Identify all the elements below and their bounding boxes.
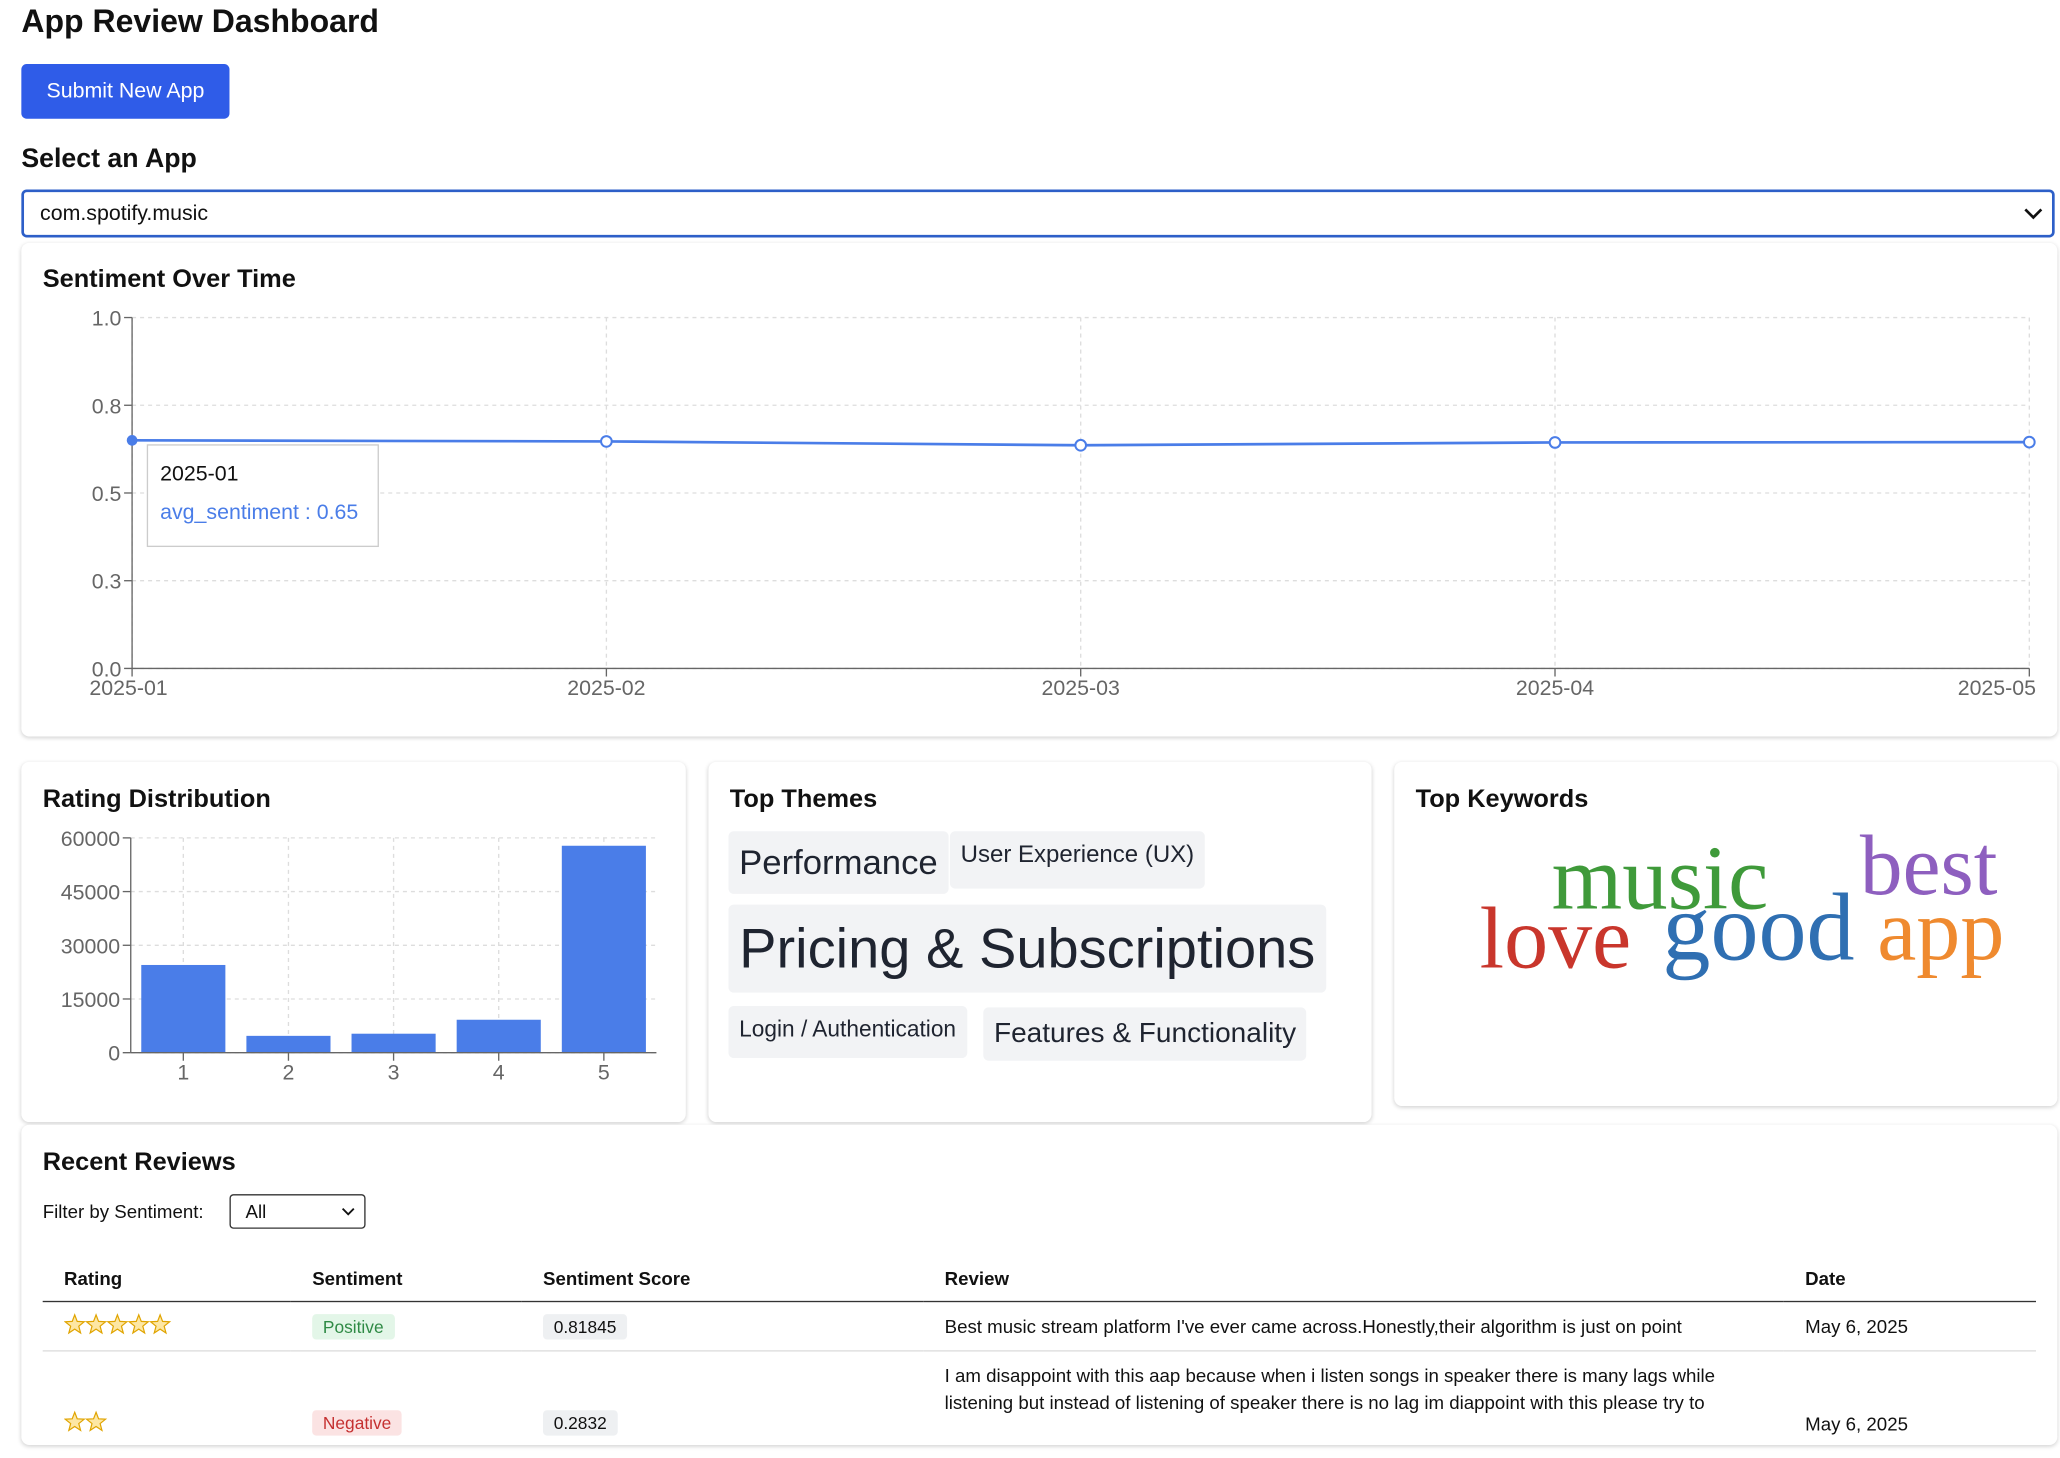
bar [246,1035,331,1053]
column-header: Sentiment [290,1254,522,1303]
theme-tag: Pricing & Subscriptions [728,904,1327,993]
column-header: Date [1783,1254,2036,1303]
star-rating-icon [63,1313,173,1339]
sentiment-score: 0.81845 [543,1313,628,1339]
data-point [1548,436,1562,449]
x-tick-label: 2025-03 [1042,676,1120,700]
data-point [2022,435,2036,449]
sentiment-badge: Positive [312,1313,395,1339]
themes-title: Top Themes [729,785,878,814]
star-icon [127,1313,150,1335]
x-tick-label: 5 [598,1060,610,1084]
keywords-card: Top Keywords music best love good app [1394,761,2058,1107]
themes-card: Top Themes Performance User Experience (… [708,761,1372,1123]
y-tick-label: 60000 [61,827,120,851]
bar [141,964,226,1053]
rating-cell [43,1302,291,1351]
keywords-title: Top Keywords [1415,785,1589,814]
filter-select-value: All [245,1200,267,1223]
dashboard-root: App Review Dashboard Submit New App Sele… [0,0,2060,1445]
bar [561,845,646,1053]
star-icon [63,1410,86,1432]
review-text: I am disappoint with this aap because wh… [944,1364,1716,1413]
reviews-table: Rating Sentiment Sentiment Score Review … [42,1254,2036,1458]
keyword-word: love [1479,889,1632,988]
rating-bar-chart: 0 15000 30000 45000 60000 1 2 3 4 5 [61,827,657,1084]
sentiment-cell: Positive [291,1302,522,1351]
theme-tag: Login / Authentication [728,1005,967,1059]
rating-cell [43,1351,291,1458]
star-icon [148,1313,172,1335]
data-point [1074,438,1088,452]
column-header: Rating [42,1254,291,1303]
score-cell: 0.2832 [522,1351,924,1458]
theme-tag: Features & Functionality [983,1007,1307,1061]
chevron-down-icon [341,1207,355,1216]
star-icon [84,1410,108,1432]
sentiment-score: 0.2832 [543,1410,618,1436]
star-rating-icon [63,1410,109,1436]
score-cell: 0.81845 [522,1302,924,1351]
bar [351,1033,436,1053]
y-tick-label: 30000 [61,934,120,958]
table-row[interactable]: Negative 0.2832 I am disappoint with thi… [43,1351,2036,1458]
sentiment-badge: Negative [312,1410,403,1436]
keyword-word: good [1662,873,1855,981]
review-date: May 6, 2025 [1805,1315,1908,1337]
table-header-row: Rating Sentiment Sentiment Score Review … [42,1254,2036,1303]
bar [456,1019,541,1053]
review-date: May 6, 2025 [1805,1412,1908,1434]
column-header: Review [923,1254,1784,1303]
table-row[interactable]: Positive 0.81845 Best music stream platf… [42,1302,2036,1351]
sentiment-filter-select[interactable]: All [229,1194,366,1229]
sentiment-cell: Negative [291,1351,522,1458]
x-tick-label: 3 [388,1060,400,1084]
stars-icon [63,1410,108,1432]
review-text: Best music stream platform I've ever cam… [944,1315,1682,1337]
star-icon [63,1313,86,1335]
y-tick-label: 45000 [61,881,120,905]
star-icon [84,1313,108,1335]
reviews-title: Recent Reviews [42,1148,236,1177]
x-tick-label: 4 [493,1060,505,1084]
x-tick-label: 2 [283,1060,295,1084]
x-tick-label: 1 [177,1060,189,1084]
x-tick-label: 2025-04 [1516,676,1594,700]
star-icon [106,1313,129,1335]
keyword-word: app [1877,881,2005,980]
x-tick-label: 2025-05 [1958,676,2036,700]
column-header: Sentiment Score [521,1254,924,1303]
filter-label: Filter by Sentiment: [42,1200,204,1223]
y-tick-label: 0 [108,1042,120,1066]
stars-icon [63,1313,172,1335]
theme-tag: User Experience (UX) [949,831,1205,889]
y-tick-label: 15000 [61,988,120,1012]
theme-tag: Performance [728,831,949,894]
